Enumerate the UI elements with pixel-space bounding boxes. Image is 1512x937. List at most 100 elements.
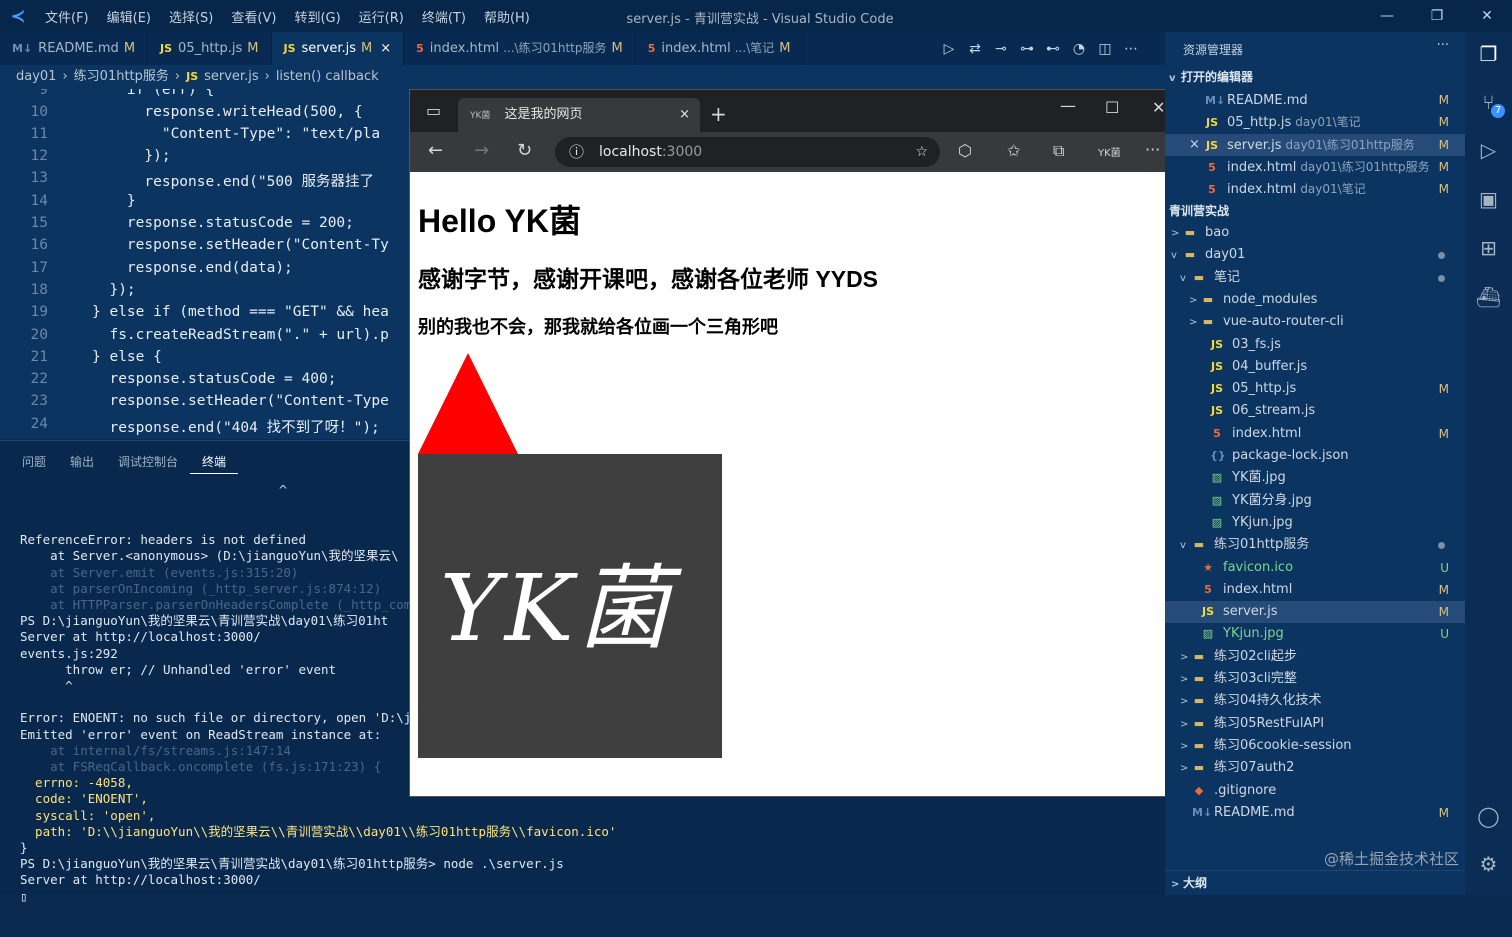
open-editor-item[interactable]: × JS server.js day01\练习01http服务 M — [1165, 133, 1465, 156]
browser-maximize-icon[interactable]: ☐ — [1105, 98, 1119, 117]
tab-index-html-http[interactable]: 5 index.html ...\练习01http服务 M — [404, 32, 636, 65]
file-type-icon: JS — [1210, 337, 1223, 351]
code-line: response.end(data); — [92, 260, 293, 276]
file-item[interactable]: JS 04_buffer.js — [1165, 356, 1465, 378]
menu-file[interactable]: 文件(F) — [36, 7, 98, 26]
profile-avatar[interactable]: YK菌 — [1098, 144, 1121, 159]
workspace-section[interactable]: 青训营实战 — [1165, 201, 1465, 221]
compare-icon[interactable]: ⇄ — [966, 41, 984, 57]
breadcrumb-item[interactable]: server.js — [204, 65, 258, 89]
code-editor[interactable]: 9 10 11 12 13 14 15 16 17 18 19 20 21 22… — [0, 89, 410, 439]
file-item[interactable]: ★ favicon.ico U — [1165, 557, 1465, 579]
folder-item[interactable]: > ▬ vue-auto-router-cli — [1165, 311, 1465, 333]
file-item[interactable]: 5 index.html M — [1165, 423, 1465, 445]
extensions-icon[interactable]: ⬡ — [958, 141, 972, 160]
browser-minimize-icon[interactable]: — — [1060, 96, 1076, 115]
account-icon[interactable]: ◯ — [1465, 804, 1512, 828]
outline-section[interactable]: > 大纲 — [1165, 870, 1465, 895]
file-item[interactable]: JS 03_fs.js — [1165, 334, 1465, 356]
site-info-icon[interactable]: ⓘ — [569, 137, 584, 167]
breadcrumb-item[interactable]: 练习01http服务 — [74, 65, 169, 89]
breadcrumb-item[interactable]: listen() callback — [276, 65, 379, 89]
git-next-icon[interactable]: ⊷ — [1044, 41, 1062, 57]
open-editors-section[interactable]: v 打开的编辑器 — [1165, 67, 1465, 87]
file-item[interactable]: JS server.js M — [1165, 601, 1465, 624]
folder-item[interactable]: > ▬ 练习06cookie-session — [1165, 735, 1465, 757]
folder-item[interactable]: > ▬ 练习05RestFulAPI — [1165, 713, 1465, 735]
settings-gear-icon[interactable]: ⚙ — [1465, 852, 1512, 876]
panel-maximize-caret[interactable]: ^ — [278, 483, 288, 497]
tab-problems[interactable]: 问题 — [10, 451, 58, 474]
folder-item[interactable]: > ▬ node_modules — [1165, 289, 1465, 311]
docker-icon[interactable]: ⛴ — [1465, 285, 1512, 309]
run-icon[interactable]: ▷ — [940, 41, 958, 57]
new-tab-icon[interactable]: + — [710, 102, 727, 126]
folder-item[interactable]: > ▬ 练习03cli完整 — [1165, 668, 1465, 690]
open-editor-item[interactable]: 5 index.html day01\练习01http服务 M — [1165, 156, 1465, 178]
run-debug-icon[interactable]: ▷ — [1465, 138, 1512, 162]
browser-tab[interactable]: YK菌 这是我的网页 × — [458, 98, 700, 132]
split-editor-icon[interactable]: ◫ — [1096, 41, 1114, 57]
explorer-icon[interactable]: ❐ — [1465, 42, 1512, 66]
folder-item[interactable]: > ▬ 练习04持久化技术 — [1165, 690, 1465, 712]
tab-index-html-notes[interactable]: 5 index.html ...\笔记 M — [636, 32, 804, 65]
menu-go[interactable]: 转到(G) — [285, 7, 349, 26]
minimize-icon[interactable]: — — [1362, 0, 1412, 32]
folder-item[interactable]: > ▬ bao — [1165, 222, 1465, 244]
extensions-icon[interactable]: ⊞ — [1465, 236, 1512, 260]
open-editor-item[interactable]: JS 05_http.js day01\笔记 M — [1165, 111, 1465, 133]
tab-close-icon[interactable]: × — [380, 41, 391, 56]
browser-more-icon[interactable]: ··· — [1145, 140, 1160, 159]
breadcrumb-item[interactable]: day01 — [16, 65, 56, 89]
menu-selection[interactable]: 选择(S) — [160, 7, 222, 26]
git-commit-icon[interactable]: ⊸ — [992, 41, 1010, 57]
file-item[interactable]: ▨ YKjun.jpg U — [1165, 623, 1465, 645]
menu-edit[interactable]: 编辑(E) — [98, 7, 160, 26]
tab-readme[interactable]: M↓ README.md M — [0, 32, 149, 65]
timeline-icon[interactable]: ◔ — [1070, 41, 1088, 57]
file-item[interactable]: JS 06_stream.js — [1165, 400, 1465, 422]
browser-tab-close-icon[interactable]: × — [679, 98, 690, 132]
folder-item[interactable]: v ▬ 练习01http服务 — [1165, 534, 1465, 556]
back-icon[interactable]: ← — [428, 140, 443, 161]
tab-05-http[interactable]: JS 05_http.js M — [148, 32, 272, 65]
file-item[interactable]: ◆ .gitignore — [1165, 780, 1465, 802]
collections-icon[interactable]: ⧉ — [1053, 141, 1064, 161]
open-editor-item[interactable]: 5 index.html day01\笔记 M — [1165, 178, 1465, 200]
menu-view[interactable]: 查看(V) — [222, 7, 285, 26]
folder-item[interactable]: v ▬ day01 — [1165, 244, 1465, 266]
folder-item[interactable]: > ▬ 练习07auth2 — [1165, 757, 1465, 779]
line-number: 19 — [30, 304, 48, 320]
file-item[interactable]: M↓ README.md M — [1165, 802, 1465, 824]
tab-output[interactable]: 输出 — [58, 451, 106, 474]
tab-terminal[interactable]: 终端 — [190, 451, 239, 474]
close-editor-icon[interactable]: × — [1189, 134, 1200, 156]
file-item[interactable]: ▨ YKjun.jpg — [1165, 512, 1465, 534]
file-item[interactable]: 5 index.html M — [1165, 579, 1465, 601]
menu-terminal[interactable]: 终端(T) — [413, 7, 475, 26]
menu-run[interactable]: 运行(R) — [350, 7, 413, 26]
file-item[interactable]: ▨ YK菌分身.jpg — [1165, 490, 1465, 512]
more-actions-icon[interactable]: ⋯ — [1122, 41, 1140, 57]
restore-icon[interactable]: ❐ — [1412, 0, 1462, 32]
close-icon[interactable]: ✕ — [1462, 0, 1512, 32]
folder-item[interactable]: v ▬ 笔记 — [1165, 267, 1465, 289]
tab-actions-icon[interactable]: ▭ — [426, 101, 441, 120]
file-item[interactable]: JS 05_http.js M — [1165, 378, 1465, 400]
open-editor-item[interactable]: M↓ README.md M — [1165, 89, 1465, 111]
address-bar[interactable]: ⓘ localhost:3000 ☆ — [555, 137, 940, 167]
file-item[interactable]: {} package-lock.json — [1165, 445, 1465, 467]
explorer-more-icon[interactable]: ··· — [1437, 38, 1449, 53]
tab-debug-console[interactable]: 调试控制台 — [106, 451, 190, 474]
remote-explorer-icon[interactable]: ▣ — [1465, 187, 1512, 211]
folder-item[interactable]: > ▬ 练习02cli起步 — [1165, 646, 1465, 668]
git-prev-icon[interactable]: ⊶ — [1018, 41, 1036, 57]
reload-icon[interactable]: ↻ — [517, 140, 532, 161]
menu-help[interactable]: 帮助(H) — [475, 7, 539, 26]
browser-close-icon[interactable]: ✕ — [1152, 98, 1165, 117]
file-item[interactable]: ▨ YK菌.jpg — [1165, 467, 1465, 489]
forward-icon[interactable]: → — [474, 140, 489, 161]
favorites-icon[interactable]: ✩ — [1007, 141, 1020, 160]
favorite-add-icon[interactable]: ☆ — [915, 137, 928, 167]
tab-server-js[interactable]: JS server.js M × — [271, 32, 405, 65]
